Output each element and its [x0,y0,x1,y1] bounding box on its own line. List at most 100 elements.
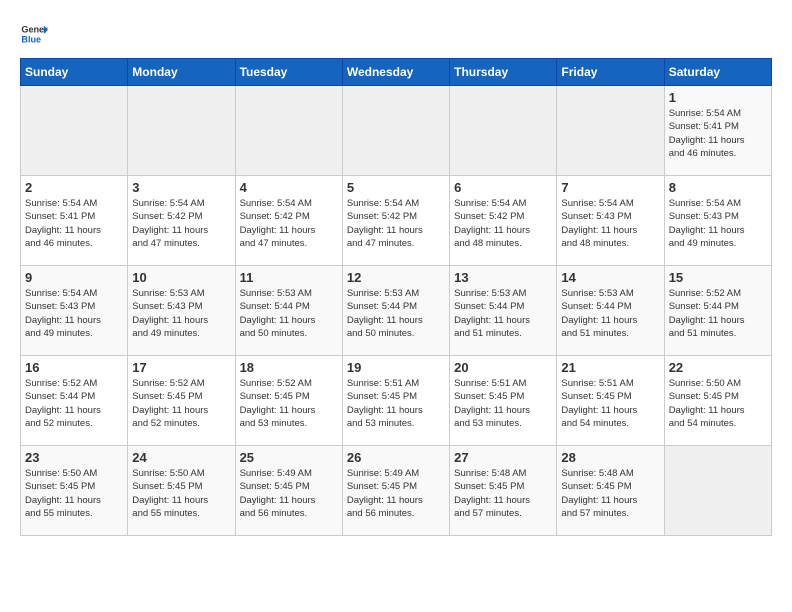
calendar-cell: 19 Sunrise: 5:51 AM Sunset: 5:45 PM Dayli… [342,356,449,446]
calendar-cell: 3 Sunrise: 5:54 AM Sunset: 5:42 PM Daylig… [128,176,235,266]
day-number: 4 [240,180,338,195]
day-info: Sunrise: 5:54 AM Sunset: 5:43 PM Dayligh… [669,197,767,250]
day-info: Sunrise: 5:54 AM Sunset: 5:43 PM Dayligh… [561,197,659,250]
day-info: Sunrise: 5:54 AM Sunset: 5:41 PM Dayligh… [25,197,123,250]
day-info: Sunrise: 5:54 AM Sunset: 5:42 PM Dayligh… [240,197,338,250]
calendar-cell [128,86,235,176]
weekday-header-sunday: Sunday [21,59,128,86]
calendar-cell [21,86,128,176]
weekday-header-monday: Monday [128,59,235,86]
day-number: 23 [25,450,123,465]
calendar-cell: 15 Sunrise: 5:52 AM Sunset: 5:44 PM Dayli… [664,266,771,356]
calendar-cell [450,86,557,176]
weekday-header-saturday: Saturday [664,59,771,86]
day-info: Sunrise: 5:53 AM Sunset: 5:44 PM Dayligh… [347,287,445,340]
day-number: 16 [25,360,123,375]
day-info: Sunrise: 5:50 AM Sunset: 5:45 PM Dayligh… [669,377,767,430]
page-header: General Blue [20,20,772,48]
day-number: 24 [132,450,230,465]
day-number: 9 [25,270,123,285]
day-number: 20 [454,360,552,375]
calendar-week-5: 23 Sunrise: 5:50 AM Sunset: 5:45 PM Dayli… [21,446,772,536]
day-info: Sunrise: 5:54 AM Sunset: 5:42 PM Dayligh… [454,197,552,250]
calendar-week-2: 2 Sunrise: 5:54 AM Sunset: 5:41 PM Daylig… [21,176,772,266]
calendar-cell: 6 Sunrise: 5:54 AM Sunset: 5:42 PM Daylig… [450,176,557,266]
day-number: 10 [132,270,230,285]
weekday-header-wednesday: Wednesday [342,59,449,86]
calendar-cell: 4 Sunrise: 5:54 AM Sunset: 5:42 PM Daylig… [235,176,342,266]
calendar-cell: 7 Sunrise: 5:54 AM Sunset: 5:43 PM Daylig… [557,176,664,266]
calendar-cell: 8 Sunrise: 5:54 AM Sunset: 5:43 PM Daylig… [664,176,771,266]
day-info: Sunrise: 5:53 AM Sunset: 5:43 PM Dayligh… [132,287,230,340]
calendar-cell: 17 Sunrise: 5:52 AM Sunset: 5:45 PM Dayli… [128,356,235,446]
day-number: 12 [347,270,445,285]
day-number: 27 [454,450,552,465]
calendar-cell: 27 Sunrise: 5:48 AM Sunset: 5:45 PM Dayli… [450,446,557,536]
day-number: 25 [240,450,338,465]
weekday-header-thursday: Thursday [450,59,557,86]
day-number: 17 [132,360,230,375]
day-info: Sunrise: 5:54 AM Sunset: 5:41 PM Dayligh… [669,107,767,160]
calendar-week-3: 9 Sunrise: 5:54 AM Sunset: 5:43 PM Daylig… [21,266,772,356]
svg-text:Blue: Blue [21,34,41,44]
calendar-cell: 5 Sunrise: 5:54 AM Sunset: 5:42 PM Daylig… [342,176,449,266]
calendar-cell [557,86,664,176]
day-info: Sunrise: 5:53 AM Sunset: 5:44 PM Dayligh… [454,287,552,340]
day-number: 6 [454,180,552,195]
calendar-cell: 25 Sunrise: 5:49 AM Sunset: 5:45 PM Dayli… [235,446,342,536]
generalblue-logo-icon: General Blue [20,20,48,48]
calendar-cell: 11 Sunrise: 5:53 AM Sunset: 5:44 PM Dayli… [235,266,342,356]
day-info: Sunrise: 5:53 AM Sunset: 5:44 PM Dayligh… [240,287,338,340]
weekday-header-friday: Friday [557,59,664,86]
calendar-cell: 24Sunrise: 5:50 AM Sunset: 5:45 PM Dayli… [128,446,235,536]
calendar-cell [235,86,342,176]
day-number: 26 [347,450,445,465]
calendar-cell: 20 Sunrise: 5:51 AM Sunset: 5:45 PM Dayli… [450,356,557,446]
day-number: 15 [669,270,767,285]
day-info: Sunrise: 5:51 AM Sunset: 5:45 PM Dayligh… [347,377,445,430]
calendar-cell: 10 Sunrise: 5:53 AM Sunset: 5:43 PM Dayli… [128,266,235,356]
day-number: 5 [347,180,445,195]
day-number: 3 [132,180,230,195]
calendar-cell: 18 Sunrise: 5:52 AM Sunset: 5:45 PM Dayli… [235,356,342,446]
day-info: Sunrise: 5:54 AM Sunset: 5:42 PM Dayligh… [132,197,230,250]
day-info: Sunrise: 5:52 AM Sunset: 5:45 PM Dayligh… [240,377,338,430]
calendar-cell: 9 Sunrise: 5:54 AM Sunset: 5:43 PM Daylig… [21,266,128,356]
calendar-cell: 26 Sunrise: 5:49 AM Sunset: 5:45 PM Dayli… [342,446,449,536]
day-number: 28 [561,450,659,465]
calendar-cell: 1Sunrise: 5:54 AM Sunset: 5:41 PM Daylig… [664,86,771,176]
day-info: Sunrise: 5:49 AM Sunset: 5:45 PM Dayligh… [240,467,338,520]
calendar-cell: 16 Sunrise: 5:52 AM Sunset: 5:44 PM Dayli… [21,356,128,446]
day-number: 2 [25,180,123,195]
day-info: Sunrise: 5:51 AM Sunset: 5:45 PM Dayligh… [561,377,659,430]
day-info: Sunrise: 5:48 AM Sunset: 5:45 PM Dayligh… [454,467,552,520]
calendar-cell: 2 Sunrise: 5:54 AM Sunset: 5:41 PM Daylig… [21,176,128,266]
day-info: Sunrise: 5:51 AM Sunset: 5:45 PM Dayligh… [454,377,552,430]
day-number: 14 [561,270,659,285]
day-info: Sunrise: 5:52 AM Sunset: 5:44 PM Dayligh… [25,377,123,430]
day-number: 19 [347,360,445,375]
day-info: Sunrise: 5:54 AM Sunset: 5:42 PM Dayligh… [347,197,445,250]
weekday-header-tuesday: Tuesday [235,59,342,86]
calendar-header: SundayMondayTuesdayWednesdayThursdayFrid… [21,59,772,86]
day-info: Sunrise: 5:52 AM Sunset: 5:45 PM Dayligh… [132,377,230,430]
calendar-cell: 22 Sunrise: 5:50 AM Sunset: 5:45 PM Dayli… [664,356,771,446]
calendar-week-1: 1Sunrise: 5:54 AM Sunset: 5:41 PM Daylig… [21,86,772,176]
day-info: Sunrise: 5:53 AM Sunset: 5:44 PM Dayligh… [561,287,659,340]
day-info: Sunrise: 5:49 AM Sunset: 5:45 PM Dayligh… [347,467,445,520]
day-info: Sunrise: 5:48 AM Sunset: 5:45 PM Dayligh… [561,467,659,520]
day-number: 18 [240,360,338,375]
day-number: 13 [454,270,552,285]
calendar-cell: 23 Sunrise: 5:50 AM Sunset: 5:45 PM Dayli… [21,446,128,536]
calendar-cell: 12 Sunrise: 5:53 AM Sunset: 5:44 PM Dayli… [342,266,449,356]
day-number: 11 [240,270,338,285]
logo: General Blue [20,20,48,48]
calendar-week-4: 16 Sunrise: 5:52 AM Sunset: 5:44 PM Dayli… [21,356,772,446]
calendar-cell: 13 Sunrise: 5:53 AM Sunset: 5:44 PM Dayli… [450,266,557,356]
day-info: Sunrise: 5:54 AM Sunset: 5:43 PM Dayligh… [25,287,123,340]
day-number: 8 [669,180,767,195]
day-info: Sunrise: 5:52 AM Sunset: 5:44 PM Dayligh… [669,287,767,340]
day-info: Sunrise: 5:50 AM Sunset: 5:45 PM Dayligh… [25,467,123,520]
day-number: 7 [561,180,659,195]
day-number: 22 [669,360,767,375]
